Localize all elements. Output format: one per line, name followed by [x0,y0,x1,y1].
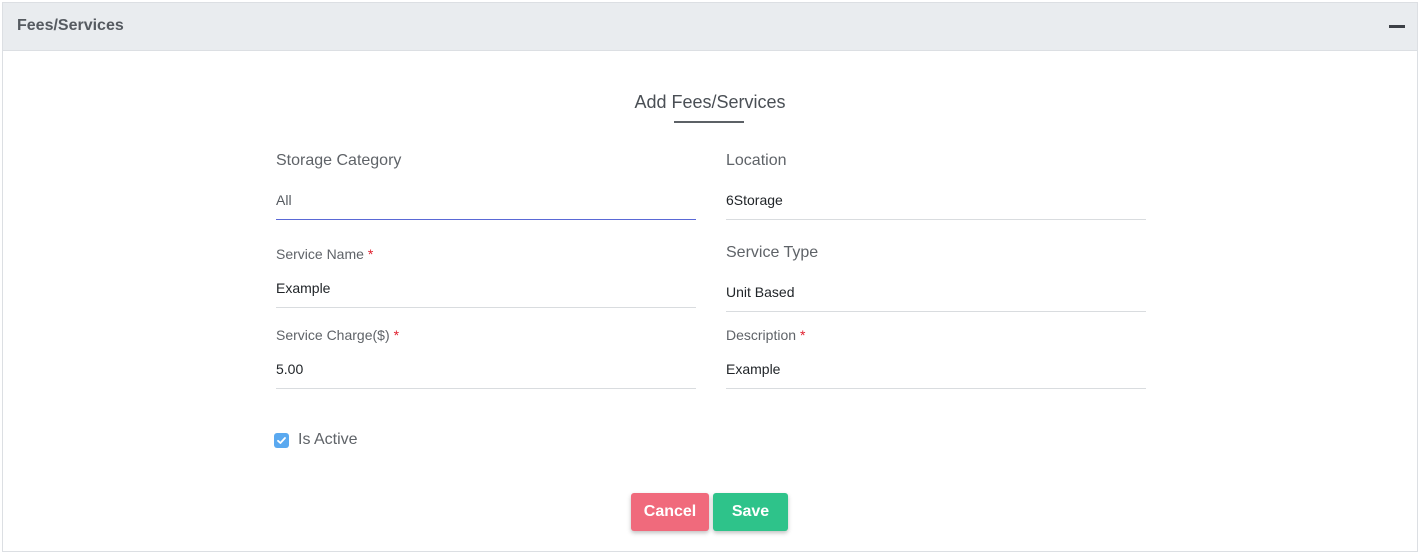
panel-title: Fees/Services [17,17,124,34]
service-type-label: Service Type [726,244,819,261]
is-active-label: Is Active [298,431,358,448]
service-type-underline [726,311,1146,312]
service-name-label-text: Service Name [276,246,364,262]
location-label: Location [726,152,787,169]
description-underline [726,388,1146,389]
required-mark: * [800,327,806,343]
service-type-value[interactable]: Unit Based [726,284,794,300]
storage-category-underline [276,219,696,220]
form-title: Add Fees/Services [634,92,786,112]
service-charge-label-text: Service Charge($) [276,327,390,343]
title-underline [674,121,744,123]
service-charge-input[interactable]: 5.00 [276,361,303,377]
service-charge-label: Service Charge($) * [276,327,399,343]
location-value[interactable]: 6Storage [726,192,783,208]
service-charge-underline [276,388,696,389]
storage-category-value[interactable]: All [276,192,292,208]
required-mark: * [367,246,374,262]
storage-category-select[interactable]: Storage Category All [276,150,696,222]
save-button[interactable]: Save [713,493,788,531]
is-active-checkbox[interactable] [274,433,289,448]
service-type-select[interactable]: Service Type Unit Based [726,242,1146,314]
description-label-text: Description [726,327,797,343]
description-input[interactable]: Example [726,361,780,377]
fees-services-panel: Fees/Services [2,2,1418,552]
checkmark-icon [277,437,286,444]
service-name-field[interactable]: Service Name * Example [276,245,696,309]
location-underline [726,219,1146,220]
panel-header[interactable]: Fees/Services [3,3,1417,51]
description-label: Description * [726,327,805,343]
service-name-label: Service Name * [276,246,373,262]
description-field[interactable]: Description * Example [726,326,1146,390]
service-charge-field[interactable]: Service Charge($) * 5.00 [276,326,696,390]
service-name-underline [276,307,696,308]
cancel-button[interactable]: Cancel [631,493,709,531]
minus-icon[interactable] [1389,25,1405,28]
service-name-input[interactable]: Example [276,280,330,296]
required-mark: * [393,327,400,343]
location-field[interactable]: Location 6Storage [726,150,1146,222]
storage-category-label: Storage Category [276,152,402,169]
